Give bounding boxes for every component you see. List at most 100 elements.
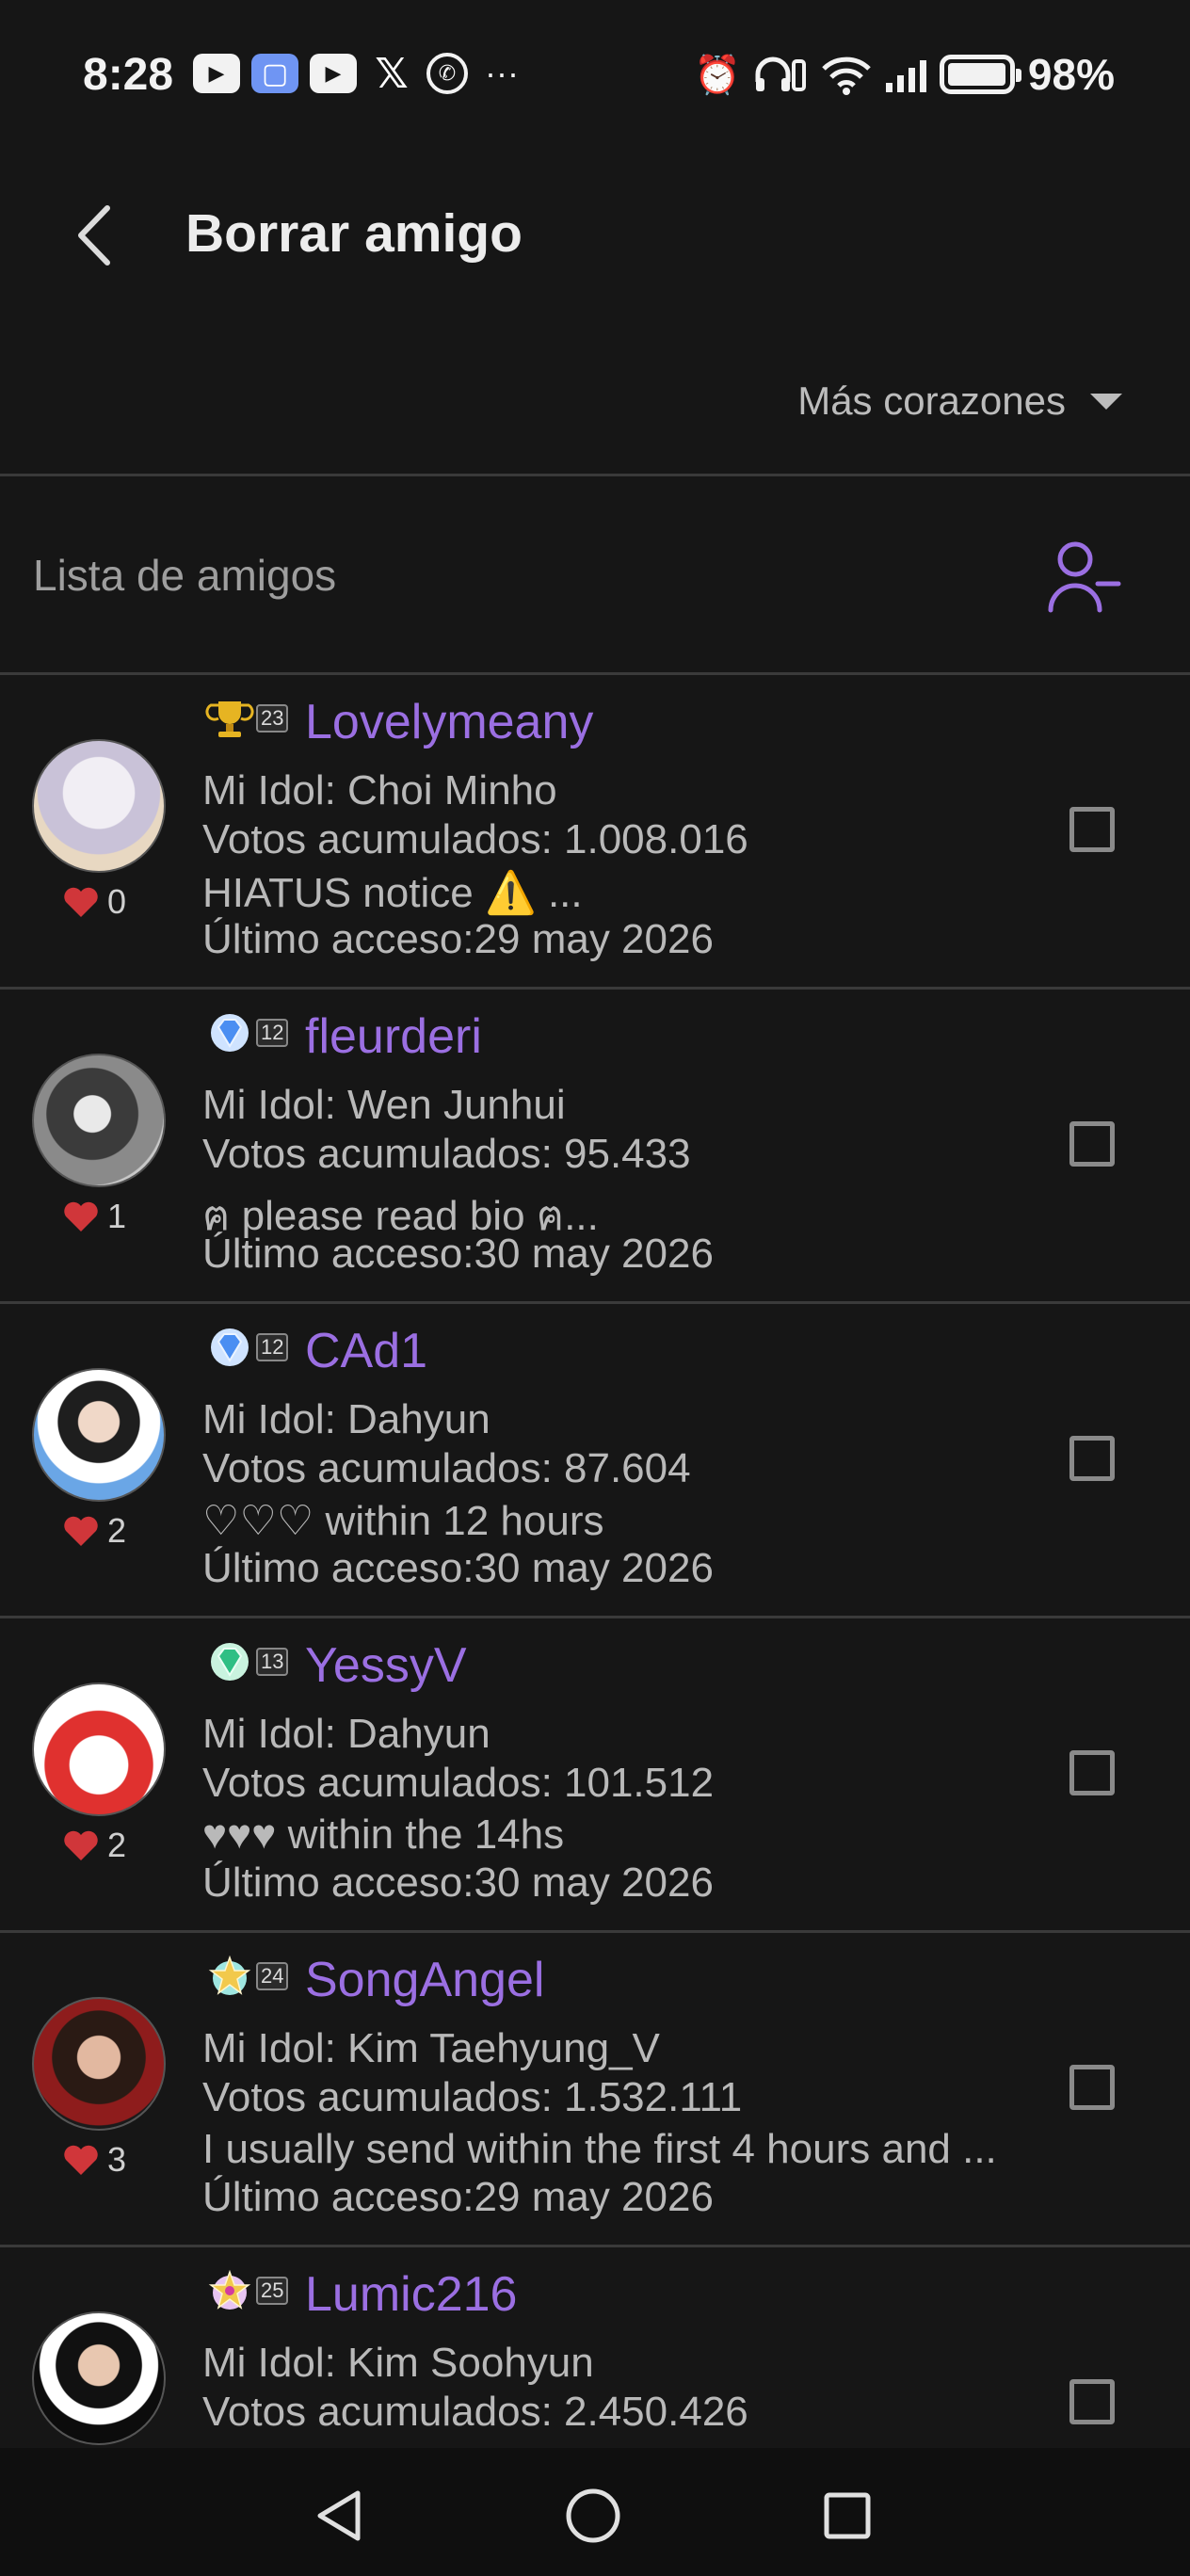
signal-icon — [885, 56, 926, 92]
system-navigation-bar — [0, 2448, 1190, 2576]
avatar[interactable] — [32, 739, 166, 873]
triangle-back-icon — [317, 2490, 361, 2541]
level-number: 25 — [256, 2277, 289, 2305]
friend-idol: Mi Idol: Dahyun — [202, 1396, 490, 1442]
heart-icon — [64, 1830, 98, 1860]
caret-down-icon — [1090, 393, 1122, 410]
heart-icon — [64, 887, 98, 917]
youtube-icon: ▶ — [310, 54, 357, 93]
notification-icons: ▶ ▢ ▶ 𝕏 ✆ ··· — [193, 50, 519, 97]
friend-votes: Votos acumulados: 1.532.111 — [202, 2074, 743, 2120]
x-icon: 𝕏 — [375, 50, 409, 97]
select-checkbox[interactable] — [1069, 1436, 1115, 1481]
select-checkbox[interactable] — [1069, 807, 1115, 852]
diamond-badge-icon — [211, 1014, 249, 1052]
page-title: Borrar amigo — [185, 203, 523, 264]
heart-count-value: 2 — [107, 1511, 127, 1550]
select-checkbox[interactable] — [1069, 1750, 1115, 1795]
level-number: 23 — [256, 704, 289, 733]
heart-count-value: 2 — [107, 1826, 127, 1864]
select-checkbox[interactable] — [1069, 1121, 1115, 1167]
level-badge: 12 — [205, 1008, 289, 1057]
friend-votes: Votos acumulados: 2.450.426 — [202, 2389, 748, 2435]
emerald-badge-icon — [211, 1643, 249, 1681]
friend-name[interactable]: fleurderi — [305, 1008, 482, 1065]
friend-votes: Votos acumulados: 101.512 — [202, 1760, 715, 1806]
friend-name[interactable]: Lumic216 — [305, 2266, 517, 2323]
friend-idol: Mi Idol: Choi Minho — [202, 767, 557, 813]
battery-percentage: 98% — [1027, 50, 1115, 99]
friend-last-access: Último acceso:30 may 2026 — [202, 1860, 714, 1906]
chevron-left-icon — [78, 205, 110, 266]
alarm-icon: ⏰ — [694, 54, 741, 96]
select-checkbox[interactable] — [1069, 2379, 1115, 2424]
friend-votes: Votos acumulados: 95.433 — [202, 1131, 691, 1177]
app-header: Borrar amigo — [0, 160, 1190, 311]
friend-last-access: Último acceso:30 may 2026 — [202, 1231, 714, 1277]
friend-votes: Votos acumulados: 1.008.016 — [202, 816, 748, 862]
nav-home-button[interactable] — [555, 2478, 631, 2553]
friend-last-access: Último acceso:29 may 2026 — [202, 916, 714, 962]
more-notifications-icon: ··· — [485, 54, 519, 92]
heart-count: 3 — [62, 2140, 126, 2180]
heart-count: 2 — [62, 1826, 126, 1865]
avatar[interactable] — [32, 1997, 166, 2131]
remove-friend-button[interactable] — [1047, 537, 1122, 616]
friend-row: 0 23 Lovelymeany Mi Idol: Choi Minho Vot… — [0, 675, 1190, 990]
friend-row: 2 13 YessyV Mi Idol: Dahyun Votos acumul… — [0, 1618, 1190, 1933]
friend-name[interactable]: Lovelymeany — [305, 694, 593, 750]
status-time: 8:28 — [83, 50, 174, 100]
system-icons: ⏰ 98% — [694, 49, 1115, 100]
avatar[interactable] — [32, 1368, 166, 1502]
friend-list: 0 23 Lovelymeany Mi Idol: Choi Minho Vot… — [0, 675, 1190, 2448]
heart-icon — [64, 1201, 98, 1232]
friend-name[interactable]: YessyV — [305, 1637, 467, 1694]
friend-idol: Mi Idol: Kim Taehyung_V — [202, 2025, 660, 2071]
person-minus-icon — [1048, 541, 1121, 613]
circle-home-icon — [566, 2488, 620, 2543]
whatsapp-icon: ✆ — [426, 53, 468, 94]
nav-recents-button[interactable] — [810, 2478, 885, 2553]
friend-name[interactable]: CAd1 — [305, 1323, 427, 1379]
nav-back-button[interactable] — [301, 2478, 377, 2553]
sort-dropdown[interactable]: Más corazones — [797, 378, 1122, 424]
battery-icon — [939, 55, 1021, 94]
heart-count: 2 — [62, 1511, 126, 1551]
heart-count-value: 3 — [107, 2140, 127, 2179]
avatar[interactable] — [32, 1054, 166, 1187]
friend-row: 3 24 SongAngel Mi Idol: Kim Taehyung_V V… — [0, 1933, 1190, 2247]
level-number: 24 — [256, 1962, 289, 1990]
sort-label: Más corazones — [797, 378, 1066, 423]
avatar[interactable] — [32, 2311, 166, 2445]
friend-last-access: Último acceso:29 may 2026 — [202, 2174, 714, 2220]
wifi-icon — [822, 56, 871, 95]
friend-list-title: Lista de amigos — [33, 551, 337, 600]
level-badge: 12 — [205, 1323, 289, 1372]
youtube-icon: ▶ — [193, 54, 240, 93]
heart-count-value: 1 — [107, 1197, 127, 1235]
friend-votes: Votos acumulados: 87.604 — [202, 1445, 691, 1491]
friend-last-access: Último acceso:30 may 2026 — [202, 1545, 714, 1591]
back-button[interactable] — [56, 198, 132, 273]
level-number: 13 — [256, 1648, 289, 1676]
friend-name[interactable]: SongAngel — [305, 1952, 544, 2008]
friend-bio: I usually send within the first 4 hours … — [202, 2126, 997, 2172]
friend-row: 25 Lumic216 Mi Idol: Kim Soohyun Votos a… — [0, 2247, 1190, 2448]
friend-row: 2 12 CAd1 Mi Idol: Dahyun Votos acumulad… — [0, 1304, 1190, 1618]
avatar[interactable] — [32, 1682, 166, 1816]
level-number: 12 — [256, 1019, 289, 1047]
friend-bio: HIATUS notice ⚠️ ... — [202, 870, 583, 916]
star-badge-icon — [208, 1955, 251, 1995]
diamond-badge-icon — [211, 1328, 249, 1366]
friend-idol: Mi Idol: Wen Junhui — [202, 1082, 566, 1128]
square-recents-icon — [824, 2492, 871, 2539]
heart-icon — [64, 1516, 98, 1546]
headphones-battery-icon — [755, 56, 806, 91]
crown-badge-icon — [208, 2269, 251, 2310]
select-checkbox[interactable] — [1069, 2065, 1115, 2110]
friend-bio: ♡♡♡ within 12 hours — [202, 1498, 604, 1544]
heart-count-value: 0 — [107, 882, 127, 921]
level-badge: 23 — [205, 694, 289, 743]
trophy-badge-icon — [205, 701, 254, 737]
status-bar: 8:28 ▶ ▢ ▶ 𝕏 ✆ ··· ⏰ 98% — [0, 0, 1190, 151]
